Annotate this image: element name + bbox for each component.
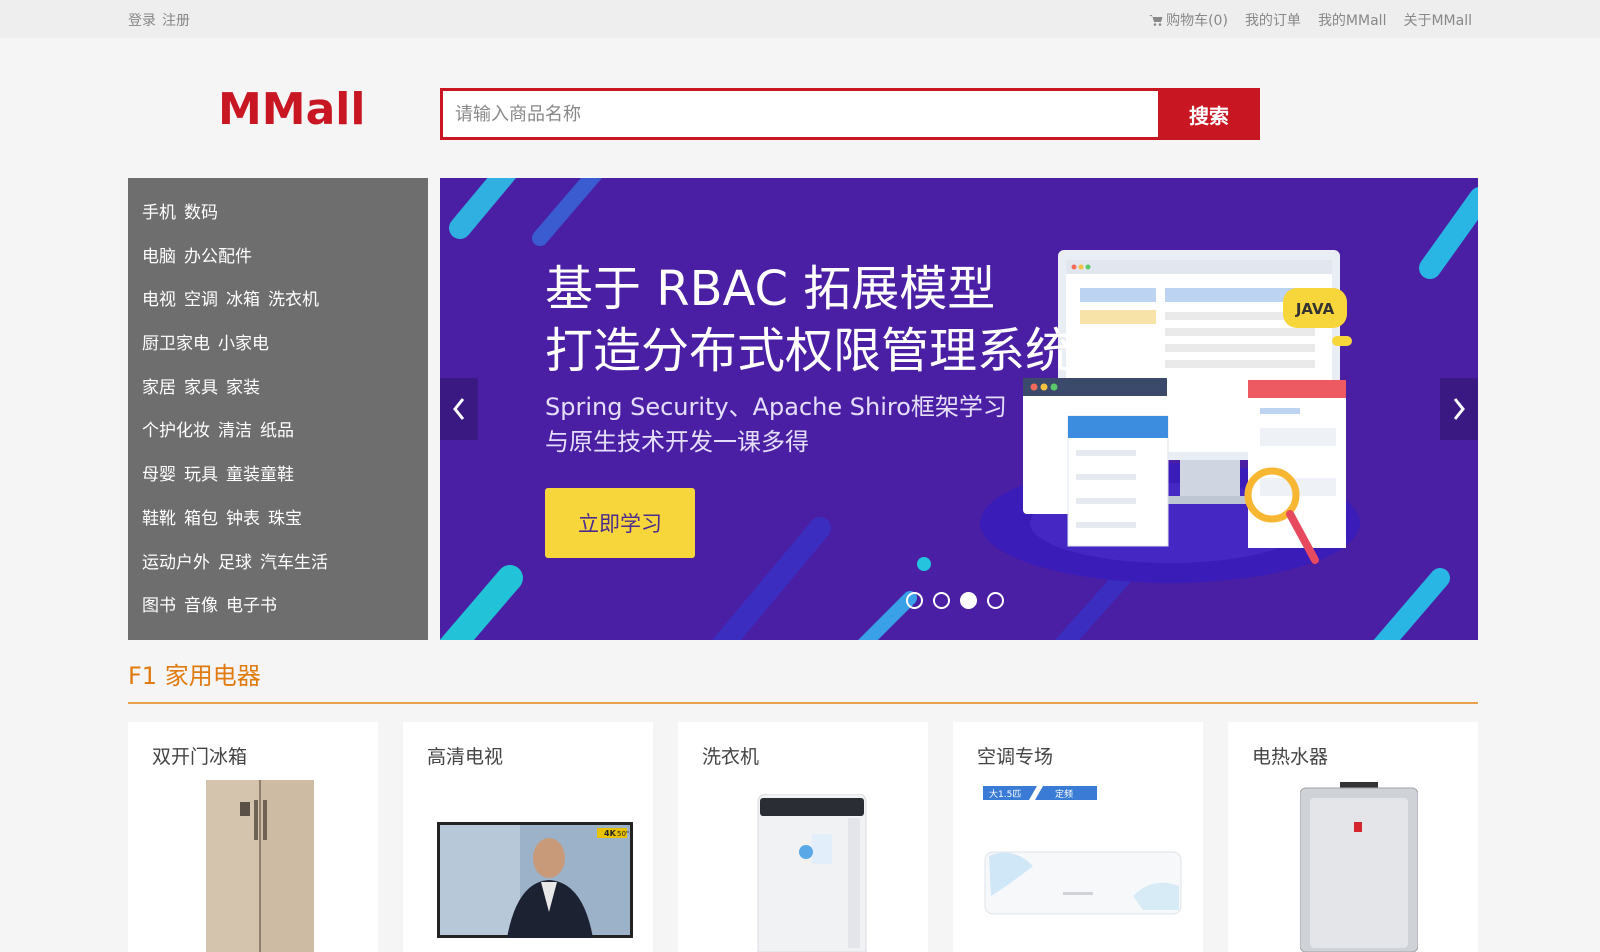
washer-image xyxy=(757,794,867,952)
product-name: 双开门冰箱 xyxy=(152,746,248,768)
carousel-dot[interactable] xyxy=(933,592,950,609)
category-link[interactable]: 数码 xyxy=(184,203,218,223)
banner-subtitle-line1: Spring Security、Apache Shiro框架学习 xyxy=(545,393,1007,421)
auth-links: 登录 注册 xyxy=(128,10,190,30)
tv-tag-res: 4K xyxy=(604,829,617,838)
category-item: 运动户外 足球 汽车生活 xyxy=(128,548,428,592)
category-link[interactable]: 个护化妆 xyxy=(142,421,210,441)
category-link[interactable]: 手机 xyxy=(142,203,176,223)
product-name: 高清电视 xyxy=(427,746,504,768)
carousel-dot[interactable] xyxy=(987,592,1004,609)
carousel-next-button[interactable] xyxy=(1440,378,1478,440)
my-mmall-link[interactable]: 我的MMall xyxy=(1318,10,1387,30)
chevron-left-icon xyxy=(453,398,465,420)
header: MMall 搜索 xyxy=(0,38,1600,178)
banner-subtitle-line2: 与原生技术开发一课多得 xyxy=(545,428,809,456)
cart-label: 购物车(0) xyxy=(1166,13,1228,29)
category-link[interactable]: 音像 xyxy=(184,596,218,616)
category-item: 母婴 玩具 童装童鞋 xyxy=(128,460,428,504)
category-item: 家居 家具 家装 xyxy=(128,373,428,417)
logo[interactable]: MMall xyxy=(218,84,365,135)
floor-title: F1 家用电器 xyxy=(128,662,261,690)
product-name: 空调专场 xyxy=(977,746,1054,768)
cart-icon xyxy=(1149,15,1163,26)
aircon-tag-type: 定频 xyxy=(1055,788,1073,800)
product-card-aircon[interactable]: 空调专场 大1.5匹 定频 xyxy=(953,722,1203,952)
java-badge: JAVA xyxy=(1295,300,1335,318)
carousel-dot[interactable] xyxy=(960,592,977,609)
banner-carousel[interactable]: JAVA 基于 RBAC 拓展模型 打造分布式权限管理系统 Spring Sec… xyxy=(440,178,1478,640)
category-link[interactable]: 电视 xyxy=(142,290,176,310)
banner-title: 基于 RBAC 拓展模型 打造分布式权限管理系统 xyxy=(545,258,1073,382)
category-item: 鞋靴 箱包 钟表 珠宝 xyxy=(128,504,428,548)
search-bar: 搜索 xyxy=(440,88,1260,140)
category-link[interactable]: 洗衣机 xyxy=(268,290,319,310)
top-bar: 登录 注册 购物车(0) 我的订单 我的MMall 关于MMall xyxy=(0,0,1600,38)
orders-link[interactable]: 我的订单 xyxy=(1245,10,1301,30)
floor-divider xyxy=(128,702,1478,704)
category-item: 电视 空调 冰箱 洗衣机 xyxy=(128,285,428,329)
banner-title-line2: 打造分布式权限管理系统 xyxy=(545,323,1074,379)
product-name: 洗衣机 xyxy=(702,746,760,768)
category-link[interactable]: 空调 xyxy=(184,290,218,310)
about-link[interactable]: 关于MMall xyxy=(1403,10,1472,30)
product-card-tv[interactable]: 高清电视 4K 50" xyxy=(403,722,653,952)
category-link[interactable]: 童装童鞋 xyxy=(226,465,294,485)
chevron-right-icon xyxy=(1453,398,1465,420)
login-link[interactable]: 登录 xyxy=(128,10,156,30)
category-item: 电脑 办公配件 xyxy=(128,242,428,286)
category-link[interactable]: 图书 xyxy=(142,596,176,616)
heater-image xyxy=(1300,782,1418,952)
category-link[interactable]: 清洁 xyxy=(218,421,252,441)
category-link[interactable]: 厨卫家电 xyxy=(142,334,210,354)
category-item: 图书 音像 电子书 xyxy=(128,591,428,635)
search-input[interactable] xyxy=(440,88,1158,140)
category-link[interactable]: 运动户外 xyxy=(142,553,210,573)
category-link[interactable]: 汽车生活 xyxy=(260,553,328,573)
category-link[interactable]: 玩具 xyxy=(184,465,218,485)
hero-section: 手机 数码 电脑 办公配件 电视 空调 冰箱 洗衣机 厨卫家电 小家电 家居 家具 家装 个护化妆 清洁 纸品… xyxy=(128,178,1478,640)
product-card-fridge[interactable]: 双开门冰箱 xyxy=(128,722,378,952)
category-item: 个护化妆 清洁 纸品 xyxy=(128,416,428,460)
category-link[interactable]: 家装 xyxy=(226,378,260,398)
user-links: 购物车(0) 我的订单 我的MMall 关于MMall xyxy=(1149,10,1472,30)
product-row: 双开门冰箱 高清电视 4K 50" 洗衣机 空调专场 大1.5匹 定频 电热水器 xyxy=(128,722,1478,952)
product-name: 电热水器 xyxy=(1252,746,1329,768)
carousel-dot[interactable] xyxy=(906,592,923,609)
category-link[interactable]: 电脑 xyxy=(142,247,176,267)
banner-title-line1: 基于 RBAC 拓展模型 xyxy=(545,261,996,317)
aircon-image: 大1.5匹 定频 xyxy=(983,786,1182,915)
category-link[interactable]: 家居 xyxy=(142,378,176,398)
category-link[interactable]: 珠宝 xyxy=(268,509,302,529)
category-link[interactable]: 母婴 xyxy=(142,465,176,485)
category-link[interactable]: 足球 xyxy=(218,553,252,573)
tv-tag-size: 50" xyxy=(617,830,629,838)
category-menu: 手机 数码 电脑 办公配件 电视 空调 冰箱 洗衣机 厨卫家电 小家电 家居 家具 家装 个护化妆 清洁 纸品… xyxy=(128,178,428,640)
product-card-washer[interactable]: 洗衣机 xyxy=(678,722,928,952)
category-item: 厨卫家电 小家电 xyxy=(128,329,428,373)
carousel-indicators xyxy=(906,592,1004,609)
tv-image: 4K 50" xyxy=(437,822,633,938)
banner-subtitle: Spring Security、Apache Shiro框架学习 与原生技术开发… xyxy=(545,390,1007,460)
category-item: 手机 数码 xyxy=(128,198,428,242)
category-link[interactable]: 办公配件 xyxy=(184,247,252,267)
category-link[interactable]: 家具 xyxy=(184,378,218,398)
product-card-heater[interactable]: 电热水器 xyxy=(1228,722,1478,952)
category-link[interactable]: 鞋靴 xyxy=(142,509,176,529)
category-link[interactable]: 电子书 xyxy=(226,596,277,616)
fridge-image xyxy=(206,780,314,952)
category-link[interactable]: 冰箱 xyxy=(226,290,260,310)
register-link[interactable]: 注册 xyxy=(162,10,190,30)
carousel-prev-button[interactable] xyxy=(440,378,478,440)
learn-now-button[interactable]: 立即学习 xyxy=(545,488,695,558)
category-link[interactable]: 纸品 xyxy=(260,421,294,441)
cart-link[interactable]: 购物车(0) xyxy=(1149,10,1228,30)
category-link[interactable]: 小家电 xyxy=(218,334,269,354)
category-link[interactable]: 钟表 xyxy=(226,509,260,529)
aircon-tag-power: 大1.5匹 xyxy=(989,788,1021,800)
category-link[interactable]: 箱包 xyxy=(184,509,218,529)
search-button[interactable]: 搜索 xyxy=(1158,88,1260,140)
